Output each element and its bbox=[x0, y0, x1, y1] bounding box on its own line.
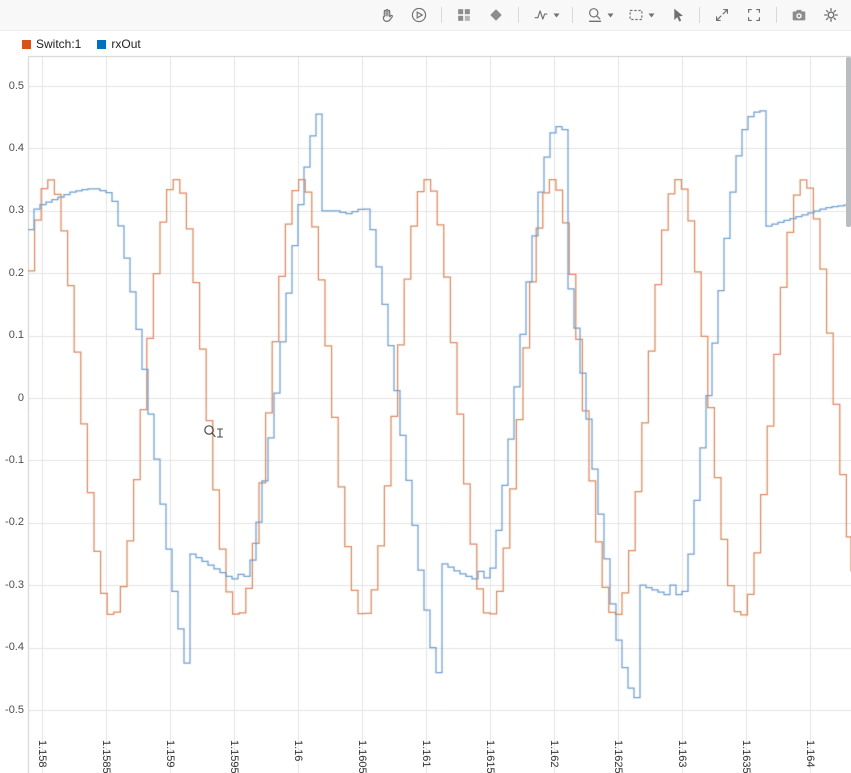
settings-gear-icon[interactable] bbox=[821, 5, 841, 25]
x-tick-label: 1.163 bbox=[676, 740, 688, 768]
plot-canvas[interactable] bbox=[0, 0, 851, 773]
layout-grid-icon[interactable] bbox=[454, 5, 474, 25]
x-tick-label: 1.164 bbox=[804, 740, 816, 768]
y-tick-label: 0.1 bbox=[0, 329, 24, 341]
y-tick-label: -0.3 bbox=[0, 579, 24, 591]
x-tick-label: 1.1595 bbox=[228, 740, 240, 773]
zoom-group bbox=[585, 5, 614, 25]
camera-icon[interactable] bbox=[789, 5, 809, 25]
y-tick-label: 0.2 bbox=[0, 267, 24, 279]
y-tick-label: 0.3 bbox=[0, 204, 24, 216]
zoom-cursor-icon bbox=[203, 424, 225, 445]
y-tick-label: -0.2 bbox=[0, 516, 24, 528]
run-icon[interactable] bbox=[409, 5, 429, 25]
scope-window: Switch:1 rxOut 0.5 0.4 0.3 0.2 0.1 0 -0.1 -0.2 -… bbox=[0, 0, 851, 773]
toolbar-separator bbox=[441, 7, 442, 23]
span-select-icon[interactable] bbox=[626, 5, 646, 25]
chevron-down-icon[interactable] bbox=[553, 13, 560, 18]
legend-color-swatch bbox=[22, 40, 31, 49]
toolbar-separator bbox=[572, 7, 573, 23]
x-tick-label: 1.1585 bbox=[100, 740, 112, 773]
legend-item-rxout[interactable]: rxOut bbox=[97, 37, 140, 51]
y-tick-label: 0 bbox=[0, 392, 24, 404]
chevron-down-icon[interactable] bbox=[648, 13, 655, 18]
toolbar-separator bbox=[699, 7, 700, 23]
chevron-down-icon[interactable] bbox=[607, 13, 614, 18]
y-tick-label: -0.1 bbox=[0, 454, 24, 466]
x-tick-label: 1.1635 bbox=[740, 740, 752, 773]
x-tick-label: 1.16 bbox=[292, 740, 304, 761]
highlight-icon[interactable] bbox=[486, 5, 506, 25]
x-tick-label: 1.158 bbox=[36, 740, 48, 768]
x-tick-label: 1.1605 bbox=[356, 740, 368, 773]
x-tick-label: 1.162 bbox=[548, 740, 560, 768]
y-tick-label: -0.5 bbox=[0, 704, 24, 716]
signal-trigger-icon[interactable] bbox=[531, 5, 551, 25]
pan-icon[interactable] bbox=[377, 5, 397, 25]
x-tick-label: 1.161 bbox=[420, 740, 432, 768]
restore-view-icon[interactable] bbox=[712, 5, 732, 25]
legend: Switch:1 rxOut bbox=[0, 33, 851, 55]
x-tick-label: 1.1615 bbox=[484, 740, 496, 773]
fullscreen-icon[interactable] bbox=[744, 5, 764, 25]
x-tick-label: 1.159 bbox=[164, 740, 176, 768]
zoom-icon[interactable] bbox=[585, 5, 605, 25]
legend-color-swatch bbox=[97, 40, 106, 49]
y-tick-label: 0.5 bbox=[0, 80, 24, 92]
pointer-icon[interactable] bbox=[667, 5, 687, 25]
legend-label: Switch:1 bbox=[36, 37, 81, 51]
scope-toolbar bbox=[0, 0, 851, 31]
span-select-group bbox=[626, 5, 655, 25]
x-tick-label: 1.1625 bbox=[612, 740, 624, 773]
legend-item-switch1[interactable]: Switch:1 bbox=[22, 37, 81, 51]
toolbar-separator bbox=[518, 7, 519, 23]
signal-trigger-group bbox=[531, 5, 560, 25]
y-tick-label: -0.4 bbox=[0, 641, 24, 653]
toolbar-separator bbox=[776, 7, 777, 23]
y-tick-label: 0.4 bbox=[0, 142, 24, 154]
legend-label: rxOut bbox=[111, 37, 140, 51]
vertical-scrollbar-thumb[interactable] bbox=[846, 57, 851, 227]
